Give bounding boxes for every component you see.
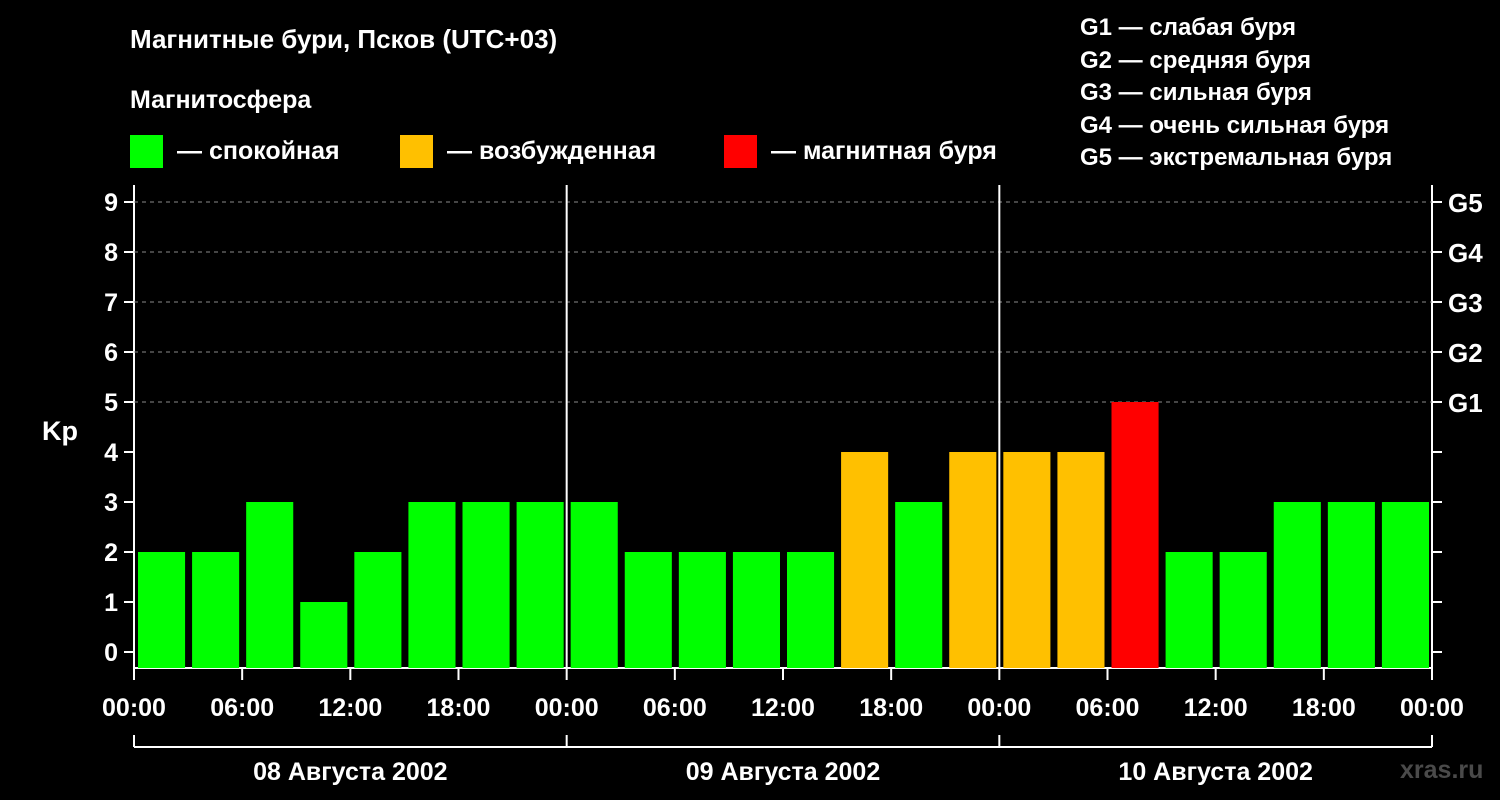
y-tick-label: 5: [104, 389, 118, 417]
y-tick-label: 1: [104, 589, 118, 617]
x-tick-label: 00:00: [967, 694, 1031, 722]
x-tick-label: 00:00: [102, 694, 166, 722]
day-label: 09 Августа 2002: [686, 758, 880, 786]
y-tick-label: 2: [104, 539, 118, 567]
bar: [732, 552, 780, 668]
g-scale-g3: G3 — сильная буря: [1080, 79, 1312, 106]
x-tick-label: 12:00: [318, 694, 382, 722]
bar: [1057, 452, 1105, 668]
right-tick-label: G5: [1448, 188, 1483, 218]
bar: [895, 502, 943, 668]
g-scale-list: G1 — слабая буря G2 — средняя буря G3 — …: [1080, 12, 1392, 175]
x-tick-label: 12:00: [751, 694, 815, 722]
y-axis-title: Kp: [42, 416, 78, 446]
legend-quiet: — спокойная: [130, 134, 340, 168]
legend-swatch-active: [400, 134, 433, 168]
bar: [192, 552, 240, 668]
y-tick-label: 0: [104, 639, 118, 667]
day-label: 10 Августа 2002: [1118, 758, 1312, 786]
g-scale-g4: G4 — очень сильная буря: [1080, 111, 1390, 139]
bar: [1327, 502, 1375, 668]
legend-label-storm: — магнитная буря: [771, 136, 997, 165]
day-label: 08 Августа 2002: [253, 758, 447, 786]
g-scale-g1: G1 — слабая буря: [1080, 14, 1297, 41]
bar: [1003, 452, 1051, 668]
bar: [246, 502, 294, 668]
bar: [1219, 552, 1267, 668]
g-scale-g2: G2 — средняя буря: [1080, 46, 1311, 74]
bar: [1165, 552, 1213, 668]
bar: [570, 502, 618, 668]
bar: [1111, 402, 1159, 668]
bar: [354, 552, 402, 668]
bar: [841, 452, 889, 668]
right-tick-label: G4: [1448, 238, 1483, 268]
bar: [138, 552, 186, 668]
y-tick-label: 6: [104, 339, 118, 367]
x-tick-label: 06:00: [643, 694, 707, 722]
bar: [624, 552, 672, 668]
legend-swatch-quiet: [130, 134, 163, 168]
x-tick-label: 18:00: [1292, 694, 1356, 722]
watermark: xras.ru: [1400, 756, 1484, 784]
legend-storm: — магнитная буря: [724, 134, 997, 168]
bar: [408, 502, 456, 668]
x-tick-label: 18:00: [859, 694, 923, 722]
bar: [516, 502, 564, 668]
bar: [787, 552, 835, 668]
y-tick-label: 4: [104, 439, 118, 467]
bar: [300, 602, 348, 668]
y-tick-label: 7: [104, 289, 118, 317]
bar: [1273, 502, 1321, 668]
y-tick-label: 3: [104, 489, 118, 517]
legend-active: — возбужденная: [400, 134, 656, 168]
x-tick-label: 00:00: [1400, 694, 1464, 722]
x-tick-label: 12:00: [1184, 694, 1248, 722]
right-tick-label: G2: [1448, 338, 1483, 368]
right-tick-label: G1: [1448, 388, 1483, 418]
legend-swatch-storm: [724, 134, 757, 168]
bar: [949, 452, 997, 668]
bar: [1381, 502, 1429, 668]
g-scale-g5: G5 — экстремальная буря: [1080, 144, 1393, 171]
x-tick-label: 00:00: [535, 694, 599, 722]
x-tick-label: 18:00: [427, 694, 491, 722]
x-tick-label: 06:00: [210, 694, 274, 722]
legend-label-quiet: — спокойная: [177, 136, 340, 165]
legend-label-active: — возбужденная: [447, 136, 657, 165]
magnetosphere-label: Магнитосфера: [130, 86, 312, 114]
bar: [462, 502, 510, 668]
x-tick-label: 06:00: [1076, 694, 1140, 722]
bar: [678, 552, 726, 668]
right-tick-label: G3: [1448, 288, 1483, 318]
page-title: Магнитные бури, Псков (UTC+03): [130, 24, 558, 54]
y-tick-label: 8: [104, 239, 118, 267]
y-tick-label: 9: [104, 189, 118, 217]
